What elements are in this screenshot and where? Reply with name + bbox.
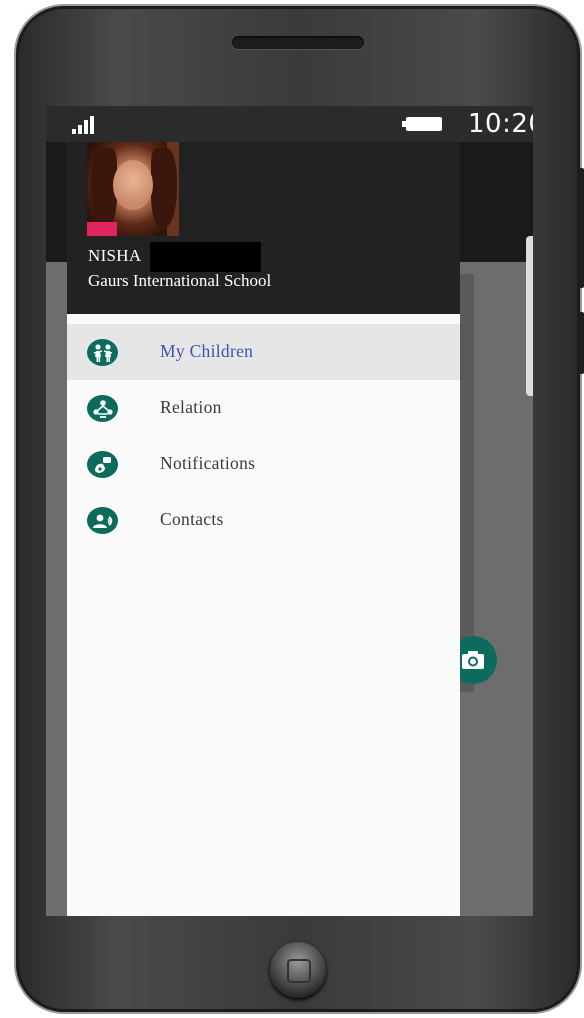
menu-item-label: Contacts bbox=[160, 509, 224, 529]
home-button[interactable] bbox=[270, 942, 326, 998]
power-button[interactable] bbox=[578, 312, 584, 374]
battery-icon bbox=[402, 117, 442, 131]
menu-item-label: Notifications bbox=[160, 453, 256, 473]
relation-icon bbox=[87, 395, 118, 422]
avatar[interactable] bbox=[87, 142, 179, 236]
menu-item-notifications[interactable]: Notifications bbox=[67, 436, 460, 492]
contacts-icon bbox=[87, 507, 118, 534]
menu-item-my-children[interactable]: My Children bbox=[67, 324, 460, 380]
background-card bbox=[526, 236, 533, 396]
menu-item-relation[interactable]: Relation bbox=[67, 380, 460, 436]
notifications-icon bbox=[87, 451, 118, 478]
children-icon bbox=[87, 339, 118, 366]
drawer-header: NISHA Gaurs International School bbox=[67, 142, 460, 314]
school-name: Gaurs International School bbox=[88, 271, 272, 290]
redacted-surname bbox=[150, 242, 261, 272]
camera-icon bbox=[462, 651, 484, 669]
volume-button[interactable] bbox=[578, 168, 584, 288]
background-photo bbox=[460, 274, 474, 692]
user-name: NISHA bbox=[88, 246, 142, 265]
menu-item-label: My Children bbox=[160, 341, 254, 361]
earpiece-speaker bbox=[232, 36, 364, 49]
menu-item-contacts[interactable]: Contacts bbox=[67, 492, 460, 548]
drawer-menu: My Children Relation Notifications Conta… bbox=[67, 324, 460, 548]
status-bar: 10:20 bbox=[46, 106, 533, 142]
menu-item-label: Relation bbox=[160, 397, 222, 417]
status-time: 10:20 bbox=[468, 109, 533, 139]
signal-icon bbox=[72, 116, 96, 134]
screen: 10:20 NISHA Gaurs International School bbox=[46, 106, 533, 916]
navigation-drawer: NISHA Gaurs International School My Chil… bbox=[67, 142, 460, 916]
